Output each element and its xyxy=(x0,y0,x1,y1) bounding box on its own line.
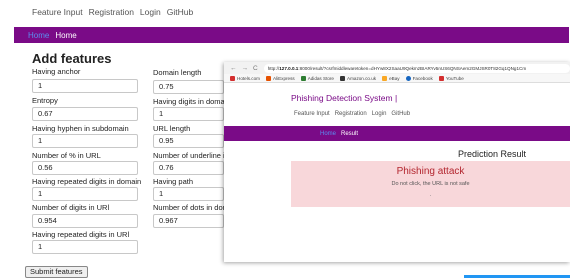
alert-mark: . xyxy=(429,192,432,198)
bookmarks-bar: Hotels.com AliExpress Adidas Store Amazo… xyxy=(224,74,570,83)
adidas-icon xyxy=(300,75,306,81)
inner-nav-github[interactable]: GitHub xyxy=(391,111,410,117)
input-entropy[interactable]: 0.67 xyxy=(32,107,138,121)
label-having-anchor: Having anchor xyxy=(32,67,81,76)
reload-icon[interactable]: C xyxy=(253,65,258,72)
bookmark-facebook[interactable]: Facebook xyxy=(405,75,433,81)
label-underline-count: Number of underline i xyxy=(153,151,225,160)
label-entropy: Entropy xyxy=(32,96,58,105)
inner-result-link[interactable]: Result xyxy=(341,131,358,137)
hotels-icon xyxy=(230,75,235,81)
bookmark-label: Hotels.com xyxy=(237,75,260,81)
bookmark-hotels[interactable]: Hotels.com xyxy=(230,75,260,81)
input-dots-in-domain[interactable]: 0.967 xyxy=(153,214,224,228)
bookmark-label: AliExpress xyxy=(272,75,295,81)
nav-feature-input[interactable]: Feature Input xyxy=(32,7,83,17)
bookmark-label: Amazon.co.uk xyxy=(347,75,377,81)
input-having-path[interactable]: 1 xyxy=(153,187,224,201)
inner-nav: Feature Input Registration Login GitHub xyxy=(294,111,410,117)
aliexpress-icon xyxy=(265,75,271,81)
home-link[interactable]: Home xyxy=(55,31,76,40)
url-bar[interactable]: http://127.0.0.1:8000/result/?csrfmiddle… xyxy=(263,63,570,73)
forward-arrow-icon[interactable]: → xyxy=(242,65,249,72)
bookmark-label: YouTube xyxy=(445,75,464,81)
site-title: Phishing Detection System | xyxy=(291,93,398,103)
label-repeated-digits-url: Having repeated digits in URl xyxy=(32,230,130,239)
label-hyphen-subdomain: Having hyphen in subdomain xyxy=(32,124,129,133)
label-repeated-digits-domain: Having repeated digits in domain xyxy=(32,177,142,186)
input-digits-in-domain[interactable]: 1 xyxy=(153,107,224,121)
bookmark-adidas[interactable]: Adidas Store xyxy=(300,75,334,81)
input-domain-length[interactable]: 0.75 xyxy=(153,80,224,94)
bookmark-amazon[interactable]: Amazon.co.uk xyxy=(340,75,377,81)
label-dots-in-domain: Number of dots in dom xyxy=(153,203,229,212)
label-digits-in-url: Number of digits in URl xyxy=(32,203,110,212)
inner-nav-registration[interactable]: Registration xyxy=(335,111,367,117)
top-nav: Feature Input Registration Login GitHub xyxy=(0,0,570,24)
url-prefix: http:// xyxy=(267,65,280,71)
inner-home-link[interactable]: Home xyxy=(320,131,336,137)
nav-login[interactable]: Login xyxy=(140,7,161,17)
phishing-alert: Phishing attack Do not click, the URL is… xyxy=(291,161,570,207)
facebook-icon xyxy=(405,75,411,81)
bookmark-label: Adidas Store xyxy=(307,75,334,81)
label-percent-in-url: Number of % in URL xyxy=(32,151,101,160)
browser-toolbar: ← → C http://127.0.0.1:8000/result/?csrf… xyxy=(224,62,570,74)
bookmark-label: eBay xyxy=(389,75,400,81)
bookmark-youtube[interactable]: YouTube xyxy=(438,75,464,81)
label-domain-length: Domain length xyxy=(153,68,202,77)
url-rest: :8000/result/?csrfmiddlewaretoken=dHYw8X… xyxy=(298,65,527,71)
bookmark-ebay[interactable]: eBay xyxy=(382,75,400,81)
url-host: 127.0.0.1 xyxy=(279,65,299,71)
nav-registration[interactable]: Registration xyxy=(89,7,134,17)
alert-message: Do not click, the URL is not safe xyxy=(391,181,470,187)
nav-github[interactable]: GitHub xyxy=(167,7,193,17)
input-percent-in-url[interactable]: 0.56 xyxy=(32,161,138,175)
input-url-length[interactable]: 0.95 xyxy=(153,134,224,148)
inner-purple-bar: Home Result xyxy=(224,126,570,141)
back-arrow-icon[interactable]: ← xyxy=(230,65,237,72)
bookmark-aliexpress[interactable]: AliExpress xyxy=(265,75,295,81)
inner-nav-feature-input[interactable]: Feature Input xyxy=(294,111,330,117)
input-repeated-digits-url[interactable]: 1 xyxy=(32,240,138,254)
amazon-icon xyxy=(340,75,345,81)
input-underline-count[interactable]: 0.76 xyxy=(153,161,224,175)
input-hyphen-subdomain[interactable]: 1 xyxy=(32,134,138,148)
label-url-length: URL length xyxy=(153,124,191,133)
browser-nav-buttons: ← → C xyxy=(224,65,258,72)
ebay-icon xyxy=(382,75,388,81)
purple-nav-bar: Home Home xyxy=(14,27,569,43)
inner-nav-login[interactable]: Login xyxy=(372,111,387,117)
alert-title: Phishing attack xyxy=(396,166,465,177)
input-digits-in-url[interactable]: 0.954 xyxy=(32,214,138,228)
form-title: Add features xyxy=(32,51,112,66)
bookmark-label: Facebook xyxy=(412,75,433,81)
youtube-icon xyxy=(438,75,444,81)
result-browser-window: ← → C http://127.0.0.1:8000/result/?csrf… xyxy=(224,62,570,262)
submit-features-button[interactable]: Submit features xyxy=(25,266,88,278)
label-digits-in-domain: Having digits in domai xyxy=(153,97,227,106)
label-having-path: Having path xyxy=(153,177,194,186)
input-repeated-digits-domain[interactable]: 1 xyxy=(32,187,138,201)
prediction-heading: Prediction Result xyxy=(458,149,527,159)
input-having-anchor[interactable]: 1 xyxy=(32,79,138,93)
home-link-active[interactable]: Home xyxy=(28,31,49,40)
